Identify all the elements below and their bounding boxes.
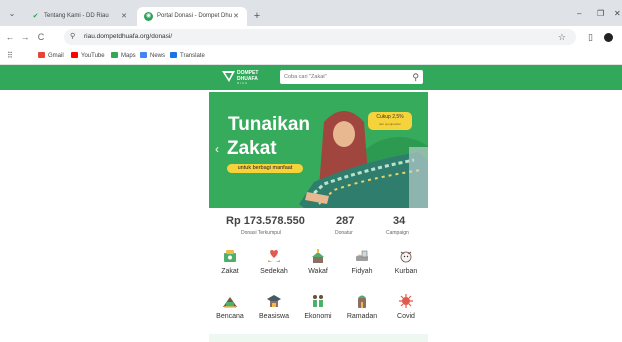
- translate-icon: [170, 52, 177, 58]
- banner-title-line2: Zakat: [227, 138, 277, 159]
- apps-grid-icon[interactable]: ⠿: [7, 48, 13, 64]
- bookmark-label: Gmail: [48, 53, 64, 59]
- bookmark-label: Translate: [180, 53, 205, 59]
- close-window-button[interactable]: ✕: [614, 9, 621, 18]
- leaf-favicon-icon: ✔: [32, 13, 39, 20]
- wakaf-icon: [312, 249, 324, 263]
- banner-title-line1: Tunaikan: [228, 114, 310, 135]
- bookmark-maps[interactable]: Maps: [111, 48, 136, 64]
- category-label: Zakat: [221, 268, 239, 275]
- back-button[interactable]: ←: [5, 31, 15, 43]
- badge-text: Cukup 2,5%: [376, 114, 404, 120]
- sedekah-icon: [268, 249, 280, 262]
- category-label: Beasiswa: [259, 313, 289, 320]
- category-label: Fidyah: [351, 268, 373, 275]
- collected-label: Donasi Terkumpul: [241, 230, 281, 236]
- beasiswa-icon: [267, 295, 281, 307]
- category-bencana[interactable]: Bencana: [211, 293, 249, 323]
- gmail-icon: [38, 52, 45, 58]
- minimize-button[interactable]: –: [577, 9, 581, 18]
- ekonomi-icon: [313, 295, 323, 307]
- news-icon: [140, 52, 147, 58]
- tab-tentang-kami[interactable]: ✔ Tentang Kami - DD Riau ✕: [24, 7, 135, 26]
- banner-tagline: untuk berbagi manfaat: [227, 164, 303, 173]
- restore-button[interactable]: ❐: [597, 9, 604, 18]
- logo-mark-icon: [222, 71, 235, 82]
- tab-title: Portal Donasi - Dompet Dhuafa: [157, 13, 232, 19]
- tab-close-icon[interactable]: ✕: [121, 7, 127, 26]
- badge-subtext: dari penghasilan: [378, 122, 402, 126]
- category-zakat[interactable]: Zakat: [211, 248, 249, 278]
- category-label: Wakaf: [308, 268, 328, 275]
- category-kurban[interactable]: Kurban: [387, 248, 425, 278]
- covid-icon: [399, 294, 413, 308]
- category-label: Ekonomi: [304, 313, 332, 320]
- dompet-dhuafa-favicon-icon: ◉: [144, 12, 153, 21]
- zakat-banner[interactable]: ‹ Tunaikan Zakat untuk berbagi manfaat C…: [209, 92, 428, 208]
- new-tab-button[interactable]: +: [250, 7, 264, 26]
- dompet-dhuafa-logo[interactable]: DOMPET DHUAFA RIAU: [222, 70, 262, 85]
- site-info-icon[interactable]: ⚲: [70, 31, 75, 43]
- tab-title: Tentang Kami - DD Riau: [44, 13, 109, 19]
- reload-button[interactable]: C: [36, 31, 46, 43]
- extensions-icon[interactable]: ▯: [588, 31, 593, 43]
- bookmark-translate[interactable]: Translate: [170, 48, 205, 64]
- category-ramadan[interactable]: Ramadan: [343, 293, 381, 323]
- bookmark-youtube[interactable]: YouTube: [71, 48, 105, 64]
- bookmark-label: News: [150, 53, 166, 59]
- youtube-icon: [71, 52, 78, 58]
- campaigns-label: Campaign: [386, 230, 409, 236]
- category-wakaf[interactable]: Wakaf: [299, 248, 337, 278]
- banner-prev-button[interactable]: ‹: [215, 141, 219, 157]
- search-input[interactable]: [284, 71, 402, 83]
- donation-stats: Rp 173.578.550 Donasi Terkumpul 287 Dona…: [209, 212, 428, 240]
- category-label: Ramadan: [346, 313, 378, 320]
- bookmark-gmail[interactable]: Gmail: [38, 48, 64, 64]
- category-ekonomi[interactable]: Ekonomi: [299, 293, 337, 323]
- category-grid: Zakat Sedekah Wakaf Fidyah Kurban Bencan…: [209, 243, 428, 323]
- logo-subtext: RIAU: [237, 81, 249, 85]
- fidyah-icon: [356, 250, 368, 261]
- category-covid[interactable]: Covid: [387, 293, 425, 323]
- tab-search-menu-icon[interactable]: ⌄: [6, 9, 18, 19]
- category-sedekah[interactable]: Sedekah: [255, 248, 293, 278]
- category-label: Covid: [397, 313, 415, 320]
- url-text[interactable]: riau.dompetdhuafa.org/donasi/: [84, 29, 172, 45]
- next-section-strip: [209, 334, 428, 342]
- search-icon[interactable]: ⚲: [412, 71, 419, 83]
- campaigns-count: 34: [393, 215, 406, 227]
- browser-toolbar: ← → C ⚲ riau.dompetdhuafa.org/donasi/ ☆ …: [0, 26, 622, 48]
- forward-button[interactable]: →: [20, 31, 30, 43]
- bookmark-label: Maps: [121, 53, 136, 59]
- kurban-icon: [400, 251, 412, 263]
- ramadan-icon: [358, 295, 366, 308]
- bookmarks-bar: ⠿ Gmail YouTube Maps News Translate: [0, 48, 622, 65]
- bookmark-label: YouTube: [81, 53, 105, 59]
- maps-icon: [111, 52, 118, 58]
- tab-close-icon[interactable]: ✕: [233, 7, 239, 26]
- category-label: Kurban: [394, 268, 418, 275]
- category-label: Sedekah: [260, 268, 288, 275]
- category-label: Bencana: [216, 313, 244, 320]
- bookmark-star-icon[interactable]: ☆: [558, 30, 566, 44]
- category-fidyah[interactable]: Fidyah: [343, 248, 381, 278]
- bookmark-news[interactable]: News: [140, 48, 165, 64]
- bencana-icon: [223, 297, 237, 308]
- zakat-icon: [224, 250, 236, 262]
- category-beasiswa[interactable]: Beasiswa: [255, 293, 293, 323]
- banner-rate-badge: Cukup 2,5% dari penghasilan: [368, 112, 412, 130]
- browser-tab-strip: ⌄ ✔ Tentang Kami - DD Riau ✕ ◉ Portal Do…: [0, 0, 622, 26]
- donors-label: Donatur: [335, 230, 353, 236]
- site-search: ⚲: [280, 70, 423, 84]
- tab-portal-donasi[interactable]: ◉ Portal Donasi - Dompet Dhuafa ✕: [137, 7, 247, 26]
- address-bar[interactable]: ⚲ riau.dompetdhuafa.org/donasi/ ☆: [64, 29, 576, 45]
- profile-avatar[interactable]: [604, 33, 613, 42]
- collected-amount: Rp 173.578.550: [226, 215, 305, 227]
- donors-count: 287: [336, 215, 355, 227]
